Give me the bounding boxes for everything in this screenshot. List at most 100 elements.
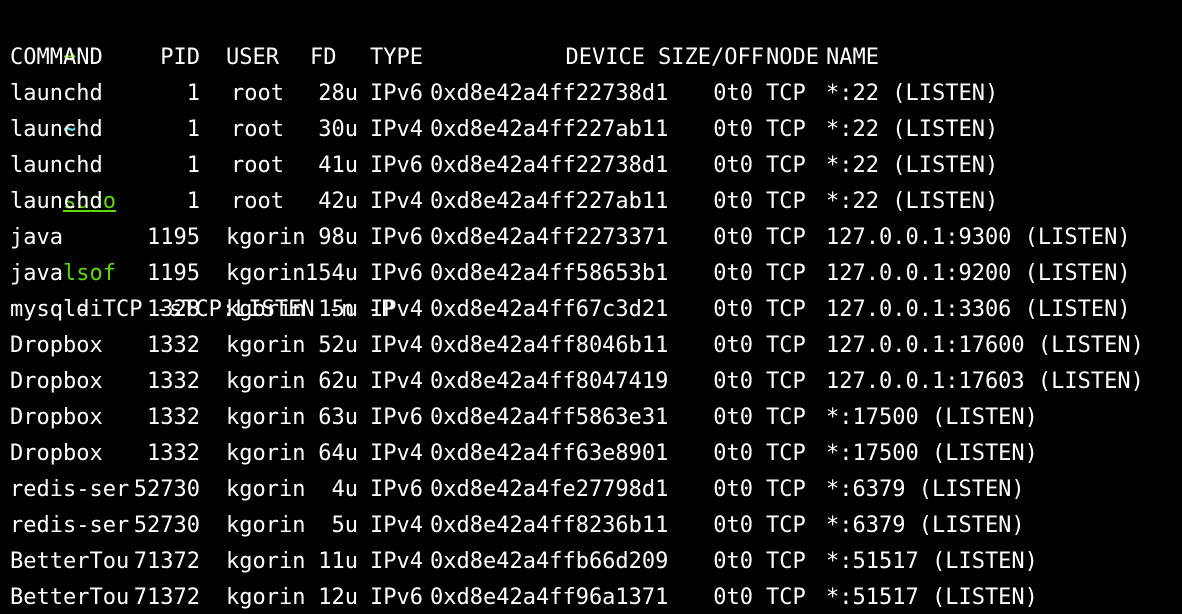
cell-node: TCP	[766, 513, 806, 538]
cell-fd: 64u	[318, 441, 358, 466]
cell-user: kgorin	[226, 225, 306, 250]
cell-size: 0t0	[713, 549, 753, 574]
cell-user: kgorin	[226, 513, 306, 538]
cell-size: 0t0	[713, 189, 753, 214]
cell-command: redis-ser	[10, 477, 130, 502]
cell-command: Dropbox	[10, 405, 103, 430]
output-row: launchd 1 root 30u IPv4 0xd8e42a4ff227ab11 0t0…	[10, 112, 1170, 148]
cell-user: root	[231, 189, 284, 214]
cell-name: *:51517 (LISTEN)	[826, 585, 1038, 610]
cell-node: TCP	[766, 225, 806, 250]
cell-name: *:22 (LISTEN)	[826, 189, 999, 214]
cell-fd: 98u	[318, 225, 358, 250]
cell-device: 0xd8e42a4ff22738d1	[430, 153, 669, 178]
cell-command: launchd	[10, 189, 103, 214]
output-header-row: COMMAND PID USER FD TYPE DEVICE SIZE/OFF…	[10, 40, 1170, 76]
cell-user: kgorin	[226, 477, 306, 502]
cell-node: TCP	[766, 405, 806, 430]
header-user: USER	[226, 45, 279, 70]
cell-command: java	[10, 225, 63, 250]
cell-pid: 1	[186, 189, 200, 214]
output-row: redis-ser 52730 kgorin 4u IPv6 0xd8e42a4fe277…	[10, 472, 1170, 508]
cell-type: IPv4	[370, 117, 423, 142]
cell-name: *:22 (LISTEN)	[826, 153, 999, 178]
cell-command: java	[10, 261, 63, 286]
output-row: BetterTou 71372 kgorin 11u IPv4 0xd8e42a4ffb6…	[10, 544, 1170, 580]
cell-type: IPv4	[370, 297, 423, 322]
output-row: launchd 1 root 28u IPv6 0xd8e42a4ff22738d1 0t0…	[10, 76, 1170, 112]
cell-device: 0xd8e42a4ff8047419	[430, 369, 669, 394]
cell-name: *:6379 (LISTEN)	[826, 513, 1025, 538]
cell-pid: 1195	[147, 225, 200, 250]
cell-name: 127.0.0.1:9300 (LISTEN)	[826, 225, 1131, 250]
output-row: BetterTou 71372 kgorin 12u IPv6 0xd8e42a4ff96…	[10, 580, 1170, 614]
cell-fd: 52u	[318, 333, 358, 358]
output-row: Dropbox 1332 kgorin 64u IPv4 0xd8e42a4ff63e89…	[10, 436, 1170, 472]
cell-fd: 15u	[318, 297, 358, 322]
cell-command: Dropbox	[10, 333, 103, 358]
cell-node: TCP	[766, 81, 806, 106]
cell-name: 127.0.0.1:9200 (LISTEN)	[826, 261, 1131, 286]
output-row: Dropbox 1332 kgorin 63u IPv6 0xd8e42a4ff5863e…	[10, 400, 1170, 436]
cell-user: kgorin	[226, 405, 306, 430]
output-row: launchd 1 root 41u IPv6 0xd8e42a4ff22738d1 0t0…	[10, 148, 1170, 184]
cell-pid: 1	[186, 81, 200, 106]
cell-node: TCP	[766, 153, 806, 178]
cell-type: IPv4	[370, 513, 423, 538]
cell-device: 0xd8e42a4ff67c3d21	[430, 297, 669, 322]
cell-fd: 41u	[318, 153, 358, 178]
cell-pid: 71372	[133, 585, 200, 610]
header-pid: PID	[160, 45, 200, 70]
output-row: Dropbox 1332 kgorin 62u IPv4 0xd8e42a4ff80474…	[10, 364, 1170, 400]
cell-type: IPv6	[370, 405, 423, 430]
cell-pid: 1332	[147, 333, 200, 358]
cell-fd: 154u	[305, 261, 358, 286]
cell-size: 0t0	[713, 117, 753, 142]
cell-command: mysqld	[10, 297, 90, 322]
cell-fd: 62u	[318, 369, 358, 394]
header-device: DEVICE	[565, 45, 645, 70]
cell-device: 0xd8e42a4ff8046b11	[430, 333, 669, 358]
cell-pid: 1	[186, 153, 200, 178]
prompt-line: ➜ ~ sudo lsof -iTCP -sTCP:LISTEN -n -P	[10, 4, 394, 322]
cell-fd: 4u	[331, 477, 359, 502]
cell-device: 0xd8e42a4ffb66d209	[430, 549, 669, 574]
cell-name: *:22 (LISTEN)	[826, 117, 999, 142]
cell-type: IPv6	[370, 153, 423, 178]
cell-user: kgorin	[226, 549, 306, 574]
output-row: mysqld 1328 kgorin 15u IPv4 0xd8e42a4ff67c3d2…	[10, 292, 1170, 328]
cell-device: 0xd8e42a4ff227ab11	[430, 117, 669, 142]
cell-type: IPv4	[370, 369, 423, 394]
cell-type: IPv6	[370, 261, 423, 286]
terminal-window[interactable]: ➜ ~ sudo lsof -iTCP -sTCP:LISTEN -n -P C…	[0, 0, 1182, 614]
cell-pid: 1332	[147, 441, 200, 466]
header-node: NODE	[766, 45, 819, 70]
cell-user: root	[231, 117, 284, 142]
cell-type: IPv4	[370, 333, 423, 358]
cell-device: 0xd8e42a4ff63e8901	[430, 441, 669, 466]
header-size-off: SIZE/OFF	[658, 45, 764, 70]
header-command: COMMAND	[10, 45, 103, 70]
cell-user: kgorin	[226, 441, 306, 466]
cell-size: 0t0	[713, 261, 753, 286]
cell-command: BetterTou	[10, 549, 130, 574]
cell-device: 0xd8e42a4ff2273371	[430, 225, 669, 250]
output-row: redis-ser 52730 kgorin 5u IPv4 0xd8e42a4ff823…	[10, 508, 1170, 544]
cell-command: Dropbox	[10, 369, 103, 394]
cell-type: IPv6	[370, 477, 423, 502]
cell-pid: 1195	[147, 261, 200, 286]
cell-size: 0t0	[713, 585, 753, 610]
cell-pid: 1332	[147, 369, 200, 394]
cell-node: TCP	[766, 549, 806, 574]
cell-type: IPv4	[370, 441, 423, 466]
cell-device: 0xd8e42a4ff8236b11	[430, 513, 669, 538]
cell-node: TCP	[766, 261, 806, 286]
cell-name: 127.0.0.1:17603 (LISTEN)	[826, 369, 1144, 394]
cell-node: TCP	[766, 333, 806, 358]
cell-node: TCP	[766, 441, 806, 466]
cell-name: *:22 (LISTEN)	[826, 81, 999, 106]
cell-command: redis-ser	[10, 513, 130, 538]
output-row: Dropbox 1332 kgorin 52u IPv4 0xd8e42a4ff8046b…	[10, 328, 1170, 364]
output-row: java 1195 kgorin 98u IPv6 0xd8e42a4ff2273371 0…	[10, 220, 1170, 256]
cell-pid: 71372	[133, 549, 200, 574]
